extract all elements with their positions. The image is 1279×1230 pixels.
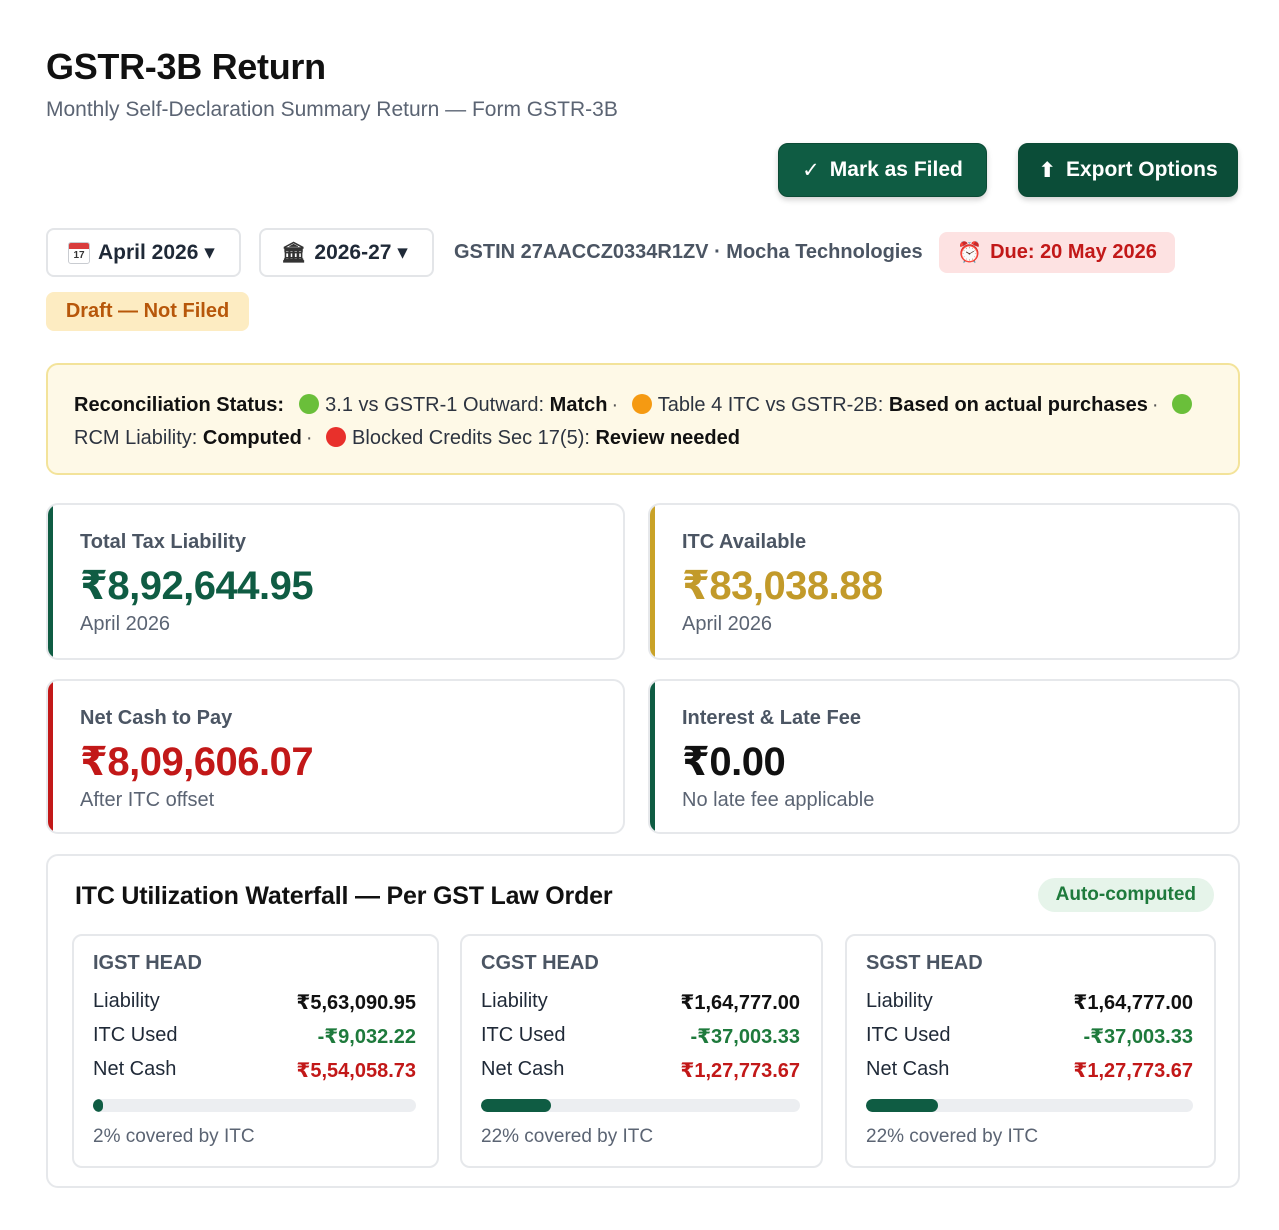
cgst-head-card: CGST HEAD Liability ₹1,64,777.00 ITC Used… [460,934,823,1168]
net-cash-amount: ₹1,27,773.67 [1073,1060,1193,1082]
calendar-icon: 17 [68,241,90,264]
card-note: After ITC offset [80,789,215,811]
itc-available-card: ITC Available ₹83,038.88 April 2026 [648,503,1240,660]
itc-used-amount: -₹37,003.33 [690,1026,800,1048]
card-label: Total Tax Liability [80,531,246,553]
export-options-button[interactable]: ⬆ Export Options [1018,143,1238,197]
recon-item-result: Match [549,394,608,416]
card-label: Net Cash to Pay [80,707,233,729]
mark-as-filed-button[interactable]: ✓ Mark as Filed [778,143,987,197]
alarm-clock-icon: ⏰ [957,242,983,264]
card-value: ₹8,92,644.95 [80,564,314,608]
waterfall-title: ITC Utilization Waterfall — Per GST Law … [75,882,613,910]
card-note: April 2026 [80,613,171,635]
igst-head-card: IGST HEAD Liability ₹5,63,090.95 ITC Used… [72,934,439,1168]
itc-utilization-waterfall: ITC Utilization Waterfall — Per GST Law … [46,854,1240,1188]
sgst-head-card: SGST HEAD Liability ₹1,64,777.00 ITC Used… [845,934,1216,1168]
due-date-label: Due: 20 May 2026 [990,241,1157,263]
card-label: Interest & Late Fee [682,707,861,729]
card-value: ₹83,038.88 [682,564,883,608]
itc-used-amount: -₹9,032.22 [317,1026,416,1048]
page-title: GSTR-3B Return [46,46,326,87]
net-cash-amount: ₹5,54,058.73 [296,1060,416,1082]
month-selector[interactable]: 17 April 2026 ▾ [46,228,241,277]
recon-item-text: Table 4 ITC vs GSTR-2B: [657,394,889,416]
liability-row: Liability ₹5,63,090.95 [93,990,416,1014]
net-cash-to-pay-card: Net Cash to Pay ₹8,09,606.07 After ITC o… [46,679,625,834]
month-selector-label: April 2026 ▾ [98,241,215,264]
gstin-info: GSTIN 27AACCZ0334R1ZV · Mocha Technologi… [454,241,923,263]
coverage-progress-fill [866,1099,938,1112]
reconciliation-label: Reconciliation Status: [74,394,285,416]
head-name: IGST HEAD [93,952,202,974]
card-note: No late fee applicable [682,789,875,811]
liability-row: Liability ₹1,64,777.00 [866,990,1193,1014]
itc-used-amount: -₹37,003.33 [1083,1026,1193,1048]
recon-item-result: Review needed [595,427,740,449]
recon-item-text: Blocked Credits Sec 17(5): [352,427,596,449]
coverage-text: 22% covered by ITC [481,1126,654,1147]
card-value: ₹0.00 [682,740,786,784]
recon-item-result: Based on actual purchases [888,394,1148,416]
liability-row: Liability ₹1,64,777.00 [481,990,800,1014]
net-cash-amount: ₹1,27,773.67 [680,1060,800,1082]
mark-as-filed-label: Mark as Filed [829,158,963,181]
head-name: SGST HEAD [866,952,983,974]
card-note: April 2026 [682,613,773,635]
itc-used-row: ITC Used -₹37,003.33 [866,1024,1193,1048]
status-dot-green-icon [1172,394,1193,414]
bank-icon: 🏛 [281,242,307,264]
card-label: ITC Available [682,531,807,553]
coverage-progress-fill [93,1099,103,1112]
net-cash-row: Net Cash ₹1,27,773.67 [481,1058,800,1082]
liability-amount: ₹5,63,090.95 [296,992,416,1014]
upload-icon: ⬆ [1038,158,1056,182]
recon-item-result: Computed [202,427,302,449]
head-name: CGST HEAD [481,952,599,974]
net-cash-row: Net Cash ₹1,27,773.67 [866,1058,1193,1082]
page-subtitle: Monthly Self-Declaration Summary Return … [46,98,618,121]
coverage-progress-bar [866,1099,1193,1112]
financial-year-selector[interactable]: 🏛 2026-27 ▾ [259,228,434,277]
liability-amount: ₹1,64,777.00 [680,992,800,1014]
status-badge: Draft — Not Filed [46,292,249,331]
status-dot-red-icon [326,427,347,447]
coverage-text: 22% covered by ITC [866,1126,1039,1147]
check-icon: ✓ [802,158,820,182]
status-dot-green-icon [299,394,320,414]
interest-late-fee-card: Interest & Late Fee ₹0.00 No late fee ap… [648,679,1240,834]
coverage-progress-fill [481,1099,552,1112]
auto-computed-badge: Auto-computed [1037,878,1214,912]
coverage-text: 2% covered by ITC [93,1126,255,1147]
itc-used-row: ITC Used -₹9,032.22 [93,1024,416,1048]
total-tax-liability-card: Total Tax Liability ₹8,92,644.95 April 2… [46,503,625,660]
net-cash-row: Net Cash ₹5,54,058.73 [93,1058,416,1082]
coverage-progress-bar [481,1099,800,1112]
itc-used-row: ITC Used -₹37,003.33 [481,1024,800,1048]
financial-year-label: 2026-27 ▾ [314,241,408,264]
coverage-progress-bar [93,1099,416,1112]
reconciliation-status-panel: Reconciliation Status: 3.1 vs GSTR-1 Out… [46,363,1240,475]
due-date-badge: ⏰ Due: 20 May 2026 [939,232,1175,273]
export-options-label: Export Options [1065,158,1218,181]
recon-item-text: 3.1 vs GSTR-1 Outward: [325,394,550,416]
recon-item-text: RCM Liability: [74,427,203,449]
liability-amount: ₹1,64,777.00 [1073,992,1193,1014]
status-dot-orange-icon [631,394,652,414]
card-value: ₹8,09,606.07 [80,740,314,784]
